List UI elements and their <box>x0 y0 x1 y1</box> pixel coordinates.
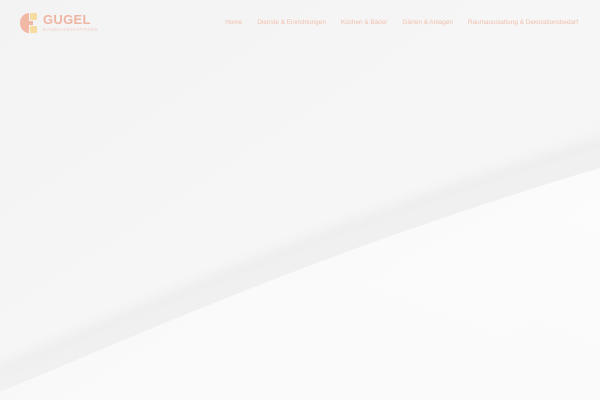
logo-tagline: RAUMAUSSTATTUNG <box>43 27 99 33</box>
page: GUGEL RAUMAUSSTATTUNG Home Dienste & Ein… <box>0 0 600 400</box>
nav-item-home[interactable]: Home <box>225 19 242 26</box>
site-logo[interactable]: GUGEL RAUMAUSSTATTUNG <box>20 12 98 34</box>
site-header: GUGEL RAUMAUSSTATTUNG Home Dienste & Ein… <box>0 0 600 46</box>
logo-name: GUGEL <box>43 12 91 28</box>
logo-text: GUGEL RAUMAUSSTATTUNG <box>43 13 98 33</box>
nav-item-kuechen-baeder[interactable]: Küchen & Bäder <box>341 19 388 26</box>
gugel-logo-mark-icon <box>20 13 37 33</box>
nav-item-raumausstattung[interactable]: Raumausstattung & Dekorationsbedarf <box>468 19 578 26</box>
main-navigation: Home Dienste & Einrichtungen Küchen & Bä… <box>225 19 578 26</box>
nav-item-gaerten-anlagen[interactable]: Gärten & Anlagen <box>402 19 452 26</box>
hero-background <box>0 0 600 400</box>
nav-item-dienste-einrichtungen[interactable]: Dienste & Einrichtungen <box>257 19 326 26</box>
